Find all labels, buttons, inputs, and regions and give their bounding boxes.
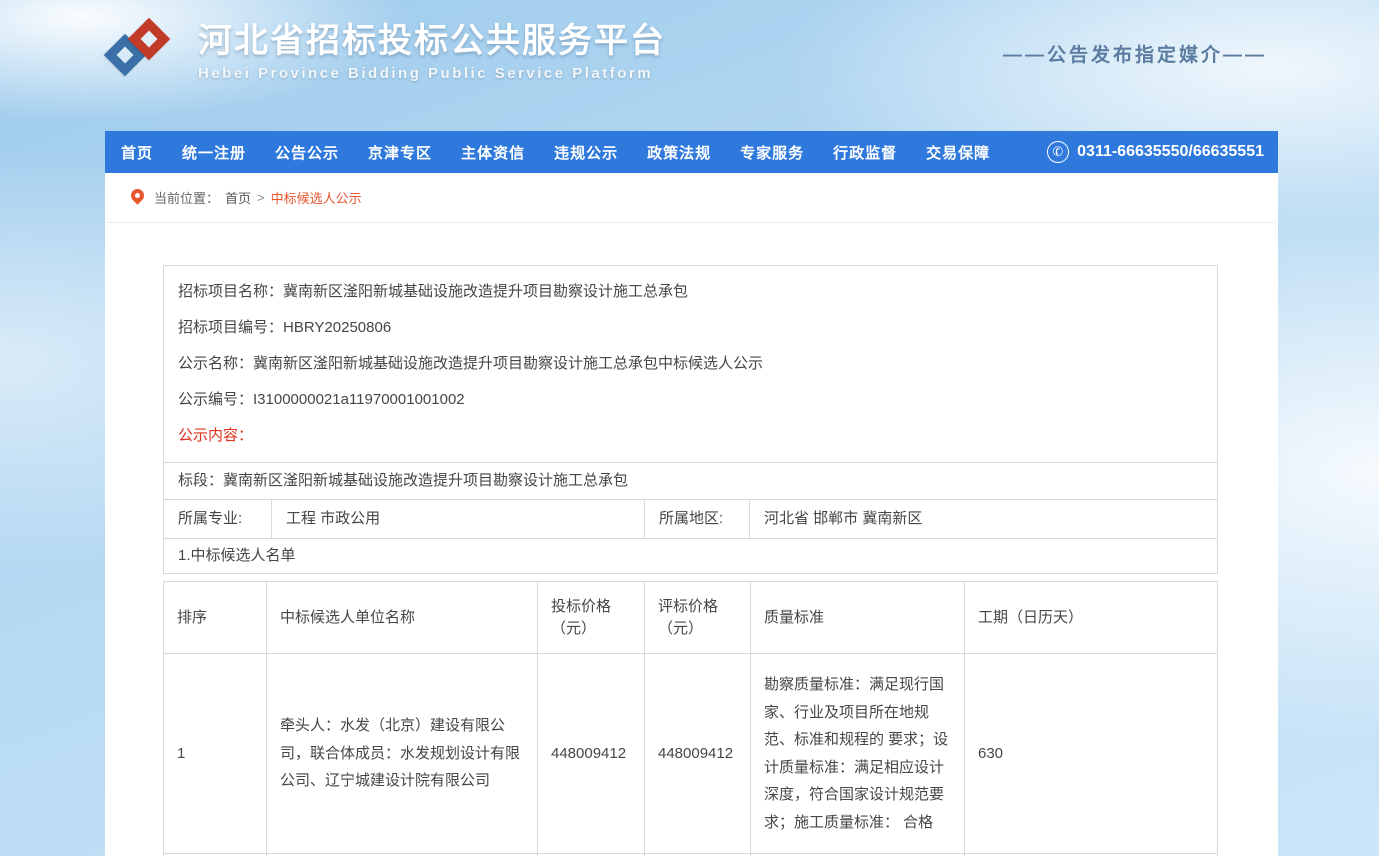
bid-section-value: 冀南新区滏阳新城基础设施改造提升项目勘察设计施工总承包 — [223, 472, 628, 489]
nav-item-home[interactable]: 首页 — [121, 142, 153, 163]
publicity-name-line: 公示名称：冀南新区滏阳新城基础设施改造提升项目勘察设计施工总承包中标候选人公示 — [164, 346, 1217, 382]
publicity-name-value: 冀南新区滏阳新城基础设施改造提升项目勘察设计施工总承包中标候选人公示 — [253, 355, 763, 372]
media-designation-note: ——公告发布指定媒介—— — [1003, 40, 1267, 67]
breadcrumb: 当前位置： 首页 > 中标候选人公示 — [107, 173, 1276, 223]
nav-item-trade-guarantee[interactable]: 交易保障 — [926, 142, 990, 163]
publicity-number-value: I3100000021a11970001001002 — [253, 391, 465, 408]
project-name-value: 冀南新区滏阳新城基础设施改造提升项目勘察设计施工总承包 — [283, 283, 688, 300]
publicity-number-label: 公示编号： — [178, 391, 253, 408]
main-nav: 首页 统一注册 公告公示 京津专区 主体资信 违规公示 政策法规 专家服务 行政… — [105, 131, 1278, 173]
col-quality: 质量标准 — [751, 582, 965, 654]
top-banner: 河北省招标投标公共服务平台 Hebei Province Bidding Pub… — [0, 0, 1379, 131]
nav-item-admin-supervision[interactable]: 行政监督 — [833, 142, 897, 163]
cell-rank: 1 — [164, 654, 267, 854]
col-bid-price-unit: （元） — [551, 618, 631, 640]
project-number-label: 招标项目编号： — [178, 319, 283, 336]
location-pin-icon — [128, 186, 146, 204]
site-subtitle: Hebei Province Bidding Public Service Pl… — [198, 65, 666, 82]
breadcrumb-prefix: 当前位置： — [154, 188, 219, 207]
region-value: 河北省 邯郸市 冀南新区 — [749, 500, 1217, 538]
table-header-row: 排序 中标候选人单位名称 投标价格 （元） 评标价格 （元） 质量标准 工期（日… — [164, 582, 1218, 654]
col-bid-price: 投标价格 （元） — [538, 582, 645, 654]
publicity-content-line: 公示内容： — [164, 418, 1217, 454]
nav-item-unified-registration[interactable]: 统一注册 — [182, 142, 246, 163]
profession-value: 工程 市政公用 — [271, 500, 644, 538]
nav-item-announcements[interactable]: 公告公示 — [275, 142, 339, 163]
content-panel: 当前位置： 首页 > 中标候选人公示 招标项目名称：冀南新区滏阳新城基础设施改造… — [105, 173, 1278, 856]
col-eval-price-unit: （元） — [658, 618, 737, 640]
project-name-label: 招标项目名称： — [178, 283, 283, 300]
col-bid-price-label: 投标价格 — [551, 596, 631, 618]
publicity-number-line: 公示编号：I3100000021a11970001001002 — [164, 382, 1217, 418]
profession-label: 所属专业: — [164, 500, 271, 538]
phone-icon: ✆ — [1045, 139, 1071, 165]
cell-quality: 勘察质量标准：满足现行国家、行业及项目所在地规范、标准和规程的 要求；设计质量标… — [751, 654, 965, 854]
hotline: ✆ 0311-66635550/66635551 — [1047, 141, 1264, 163]
col-eval-price-label: 评标价格 — [658, 596, 737, 618]
breadcrumb-home-link[interactable]: 首页 — [225, 188, 251, 207]
col-rank: 排序 — [164, 582, 267, 654]
cell-eval-price: 448009412 — [645, 654, 751, 854]
col-company: 中标候选人单位名称 — [267, 582, 538, 654]
cell-bid-price: 448009412 — [538, 654, 645, 854]
nav-item-entity-credit[interactable]: 主体资信 — [461, 142, 525, 163]
col-eval-price: 评标价格 （元） — [645, 582, 751, 654]
bid-section-row: 标段：冀南新区滏阳新城基础设施改造提升项目勘察设计施工总承包 — [164, 462, 1217, 499]
notice-info-box: 招标项目名称：冀南新区滏阳新城基础设施改造提升项目勘察设计施工总承包 招标项目编… — [163, 265, 1218, 574]
publicity-name-label: 公示名称： — [178, 355, 253, 372]
table-row: 1 牵头人：水发（北京）建设有限公司，联合体成员：水发规划设计有限公司、辽宁城建… — [164, 654, 1218, 854]
site-title: 河北省招标投标公共服务平台 — [198, 22, 666, 61]
candidates-list-heading: 1.中标候选人名单 — [164, 538, 1217, 573]
hotline-number: 0311-66635550/66635551 — [1077, 143, 1264, 161]
site-logo[interactable]: 河北省招标投标公共服务平台 Hebei Province Bidding Pub… — [108, 16, 666, 98]
region-label: 所属地区: — [644, 500, 749, 538]
nav-item-policies[interactable]: 政策法规 — [647, 142, 711, 163]
cell-duration: 630 — [965, 654, 1218, 854]
nav-item-violation-publicity[interactable]: 违规公示 — [554, 142, 618, 163]
nav-item-jingjin-zone[interactable]: 京津专区 — [368, 142, 432, 163]
publicity-content-label: 公示内容： — [178, 427, 253, 444]
col-duration: 工期（日历天） — [965, 582, 1218, 654]
breadcrumb-current[interactable]: 中标候选人公示 — [271, 188, 362, 207]
breadcrumb-separator: > — [257, 190, 265, 205]
cell-company: 牵头人：水发（北京）建设有限公司，联合体成员：水发规划设计有限公司、辽宁城建设计… — [267, 654, 538, 854]
notice-header-lines: 招标项目名称：冀南新区滏阳新城基础设施改造提升项目勘察设计施工总承包 招标项目编… — [164, 266, 1217, 462]
nav-item-expert-services[interactable]: 专家服务 — [740, 142, 804, 163]
profession-region-row: 所属专业: 工程 市政公用 所属地区: 河北省 邯郸市 冀南新区 — [164, 499, 1217, 538]
project-name-line: 招标项目名称：冀南新区滏阳新城基础设施改造提升项目勘察设计施工总承包 — [164, 274, 1217, 310]
candidates-table: 排序 中标候选人单位名称 投标价格 （元） 评标价格 （元） 质量标准 工期（日… — [163, 581, 1218, 856]
logo-diamond-icon — [108, 16, 184, 98]
bid-section-label: 标段： — [178, 472, 223, 489]
project-number-value: HBRY20250806 — [283, 319, 391, 336]
project-number-line: 招标项目编号：HBRY20250806 — [164, 310, 1217, 346]
